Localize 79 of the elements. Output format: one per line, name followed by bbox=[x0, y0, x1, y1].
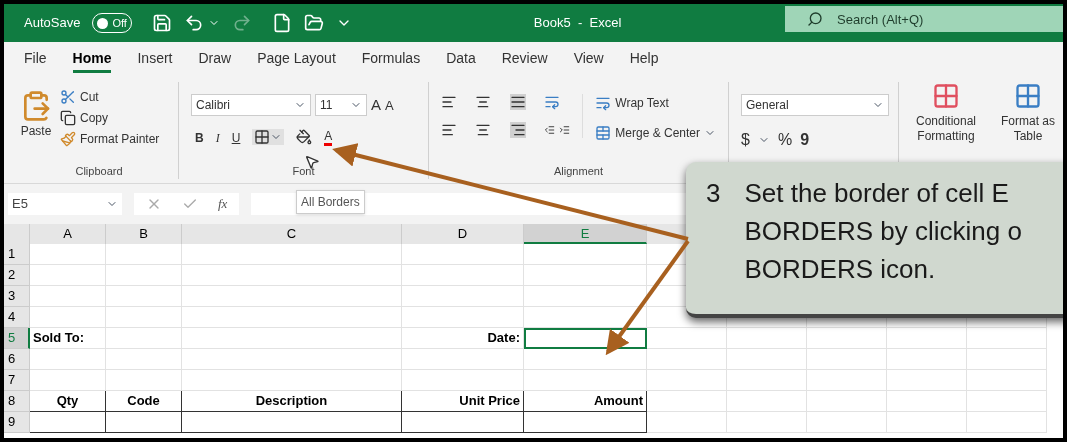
ribbon-tab[interactable]: Data bbox=[446, 47, 476, 73]
align-middle-icon[interactable] bbox=[475, 94, 492, 110]
comma-button[interactable]: 9 bbox=[800, 128, 810, 152]
insert-function-button[interactable]: fx bbox=[218, 194, 228, 214]
ribbon-tab[interactable]: File bbox=[24, 47, 47, 73]
align-top-icon[interactable] bbox=[441, 94, 457, 110]
row-header[interactable]: 9 bbox=[4, 412, 30, 433]
cut-button[interactable]: Cut bbox=[60, 88, 160, 106]
wrap-text-button[interactable]: Wrap Text bbox=[595, 94, 716, 112]
paste-button[interactable]: Paste bbox=[20, 86, 52, 163]
font-size-field[interactable]: 11 bbox=[315, 94, 367, 117]
paintbrush-icon bbox=[60, 131, 76, 147]
fill-color-icon[interactable] bbox=[296, 128, 313, 145]
ribbon-tab[interactable]: Insert bbox=[137, 47, 173, 73]
column-header[interactable]: A bbox=[30, 224, 106, 244]
row-header[interactable]: 4 bbox=[4, 307, 30, 328]
selected-cell[interactable] bbox=[524, 328, 647, 349]
wrap-icon bbox=[595, 95, 612, 111]
ribbon-tab[interactable]: Formulas bbox=[361, 47, 421, 73]
search-icon bbox=[807, 11, 823, 27]
table-cell: Sold To: bbox=[30, 328, 106, 349]
autosave-label: AutoSave bbox=[24, 14, 81, 33]
column-header[interactable]: C bbox=[182, 224, 402, 244]
copy-icon bbox=[60, 110, 76, 126]
grow-font-button[interactable]: A bbox=[371, 94, 381, 117]
table-cell: Description bbox=[182, 391, 402, 412]
align-bottom-icon[interactable] bbox=[509, 94, 526, 110]
conditional-formatting-button[interactable]: Conditional Formatting bbox=[907, 82, 985, 144]
tooltip: All Borders bbox=[296, 190, 365, 214]
ribbon-tab[interactable]: Help bbox=[629, 47, 659, 73]
ribbon-tab[interactable]: Home bbox=[72, 47, 112, 73]
table-cell: Date: bbox=[402, 328, 524, 349]
save-icon[interactable] bbox=[151, 13, 172, 33]
table-cell: Code bbox=[106, 391, 182, 412]
format-painter-button[interactable]: Format Painter bbox=[60, 130, 160, 148]
column-header[interactable]: B bbox=[106, 224, 182, 244]
row-header[interactable]: 3 bbox=[4, 286, 30, 307]
ribbon-tab[interactable]: View bbox=[573, 47, 604, 73]
group-label: Font bbox=[291, 163, 316, 179]
group-label: Alignment bbox=[553, 163, 604, 179]
currency-button[interactable]: $ bbox=[741, 128, 750, 152]
italic-button[interactable]: I bbox=[215, 128, 220, 147]
align-left-icon[interactable] bbox=[441, 122, 457, 138]
table-icon bbox=[1014, 82, 1042, 110]
bold-button[interactable]: B bbox=[195, 128, 204, 147]
instruction-text: Set the border of cell E BORDERS by clicking o BORDERS icon. bbox=[744, 177, 1022, 286]
table-cell: Qty bbox=[30, 391, 106, 412]
borders-button[interactable] bbox=[252, 128, 285, 145]
search-field[interactable]: Search (Alt+Q) bbox=[785, 6, 1063, 32]
row-header[interactable]: 2 bbox=[4, 265, 30, 286]
table-cell: Unit Price bbox=[402, 391, 524, 412]
row-header[interactable]: 1 bbox=[4, 244, 30, 265]
merge-center-button[interactable]: Merge & Center bbox=[595, 124, 716, 142]
ribbon-tab[interactable]: Draw bbox=[198, 47, 232, 73]
name-box[interactable]: E5 bbox=[8, 193, 122, 215]
ribbon-tab[interactable]: Review bbox=[501, 47, 548, 73]
shrink-font-button[interactable]: A bbox=[385, 95, 394, 115]
undo-icon[interactable] bbox=[183, 13, 204, 33]
window-title: Book5 - Excel bbox=[533, 14, 622, 33]
scissors-icon bbox=[60, 89, 76, 105]
row-header[interactable]: 7 bbox=[4, 370, 30, 391]
format-as-table-button[interactable]: Format as Table bbox=[997, 82, 1059, 144]
copy-button[interactable]: Copy bbox=[60, 109, 160, 127]
percent-button[interactable]: % bbox=[777, 128, 793, 152]
font-color-button[interactable]: A bbox=[324, 128, 333, 146]
number-format-field[interactable]: General bbox=[741, 94, 889, 116]
underline-button[interactable]: U bbox=[231, 128, 241, 147]
table-cell: Amount bbox=[524, 391, 647, 412]
borders-icon bbox=[254, 128, 271, 145]
merge-icon bbox=[595, 125, 612, 141]
ribbon-tab[interactable]: Page Layout bbox=[257, 47, 336, 73]
row-header[interactable]: 8 bbox=[4, 391, 30, 412]
font-name-field[interactable]: Calibri bbox=[191, 94, 311, 117]
align-right-icon[interactable] bbox=[509, 122, 526, 138]
step-number: 3 bbox=[706, 177, 721, 210]
align-center-icon[interactable] bbox=[475, 122, 492, 138]
folder-icon[interactable] bbox=[303, 13, 324, 33]
group-label: Clipboard bbox=[74, 163, 124, 179]
row-header[interactable]: 6 bbox=[4, 349, 30, 370]
